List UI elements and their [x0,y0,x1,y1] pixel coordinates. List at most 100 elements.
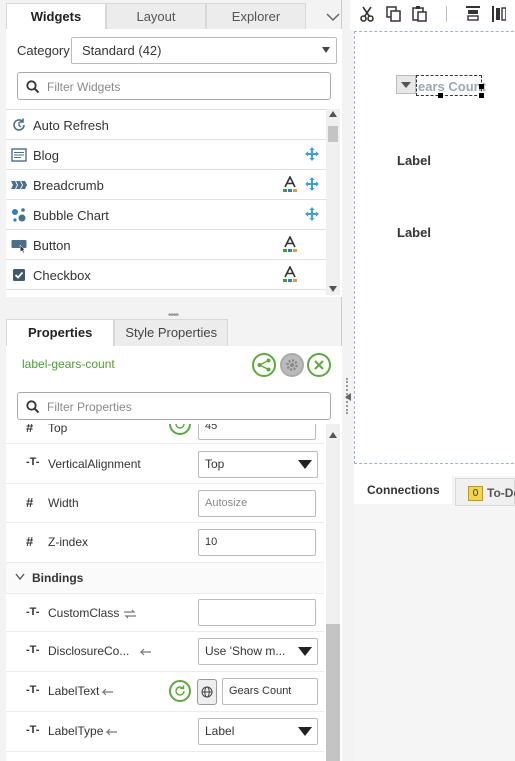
reset-button[interactable] [169,424,191,435]
chevron-down-icon [15,573,25,581]
selected-label-text: ears Count [418,79,486,94]
text-type-icon: -T- [26,644,40,656]
property-label: VerticalAlignment [48,457,141,471]
properties-tabs: Properties Style Properties [6,319,229,347]
property-label: Z-index [48,535,89,549]
resize-handle[interactable] [479,84,484,89]
refresh-icon [13,118,25,131]
paste-icon[interactable] [412,5,427,22]
label-type-select[interactable]: Label [198,718,318,745]
bindings-label: Bindings [32,571,84,585]
dropdown-arrow-icon [298,727,312,736]
widget-label: Blog [33,148,60,163]
scroll-up-icon[interactable] [329,111,337,117]
scrollbar-thumb[interactable] [326,624,340,761]
collapse-left-icon[interactable] [345,393,351,401]
select-value: Top [205,457,225,471]
tab-explorer[interactable]: Explorer [206,3,306,29]
design-canvas[interactable]: ears Count Label Label [354,31,515,464]
tab-connections[interactable]: Connections [354,476,452,504]
bindings-section-header[interactable]: Bindings [6,563,324,594]
disclosure-select[interactable]: Use 'Show m... [198,638,318,665]
cut-icon[interactable] [360,6,374,22]
mobile-move-icon [305,147,319,161]
tab-todo[interactable]: 0 To-Do [455,478,515,506]
widgets-panel: Category Standard (42) Filter Widgets Au… [6,29,342,297]
tab-layout[interactable]: Layout [106,3,206,29]
vertical-alignment-select[interactable]: Top [198,451,318,478]
selected-label-widget[interactable]: ears Count [416,75,486,98]
canvas-label-2[interactable]: Label [397,225,431,240]
text-type-icon: -T- [26,456,40,468]
search-icon [26,80,40,94]
property-label: Width [48,496,79,510]
resize-handle[interactable] [479,93,484,98]
property-row-label-text: -T- LabelText Gears Count [6,672,324,712]
width-input[interactable]: Autosize [198,490,316,517]
custom-class-input[interactable] [198,599,316,626]
filter-widgets-placeholder: Filter Widgets [47,80,121,94]
widget-menu-button[interactable] [396,75,416,94]
settings-button[interactable] [280,353,304,377]
top-tabs: Widgets Layout Explorer [6,3,342,29]
close-button[interactable] [307,353,331,377]
canvas-label-1[interactable]: Label [397,153,431,168]
canvas-toolbar [350,0,515,30]
share-button[interactable] [252,353,276,377]
binding-target-icon [105,728,117,736]
scrollbar-thumb[interactable] [328,126,338,142]
refresh-icon [175,424,185,429]
tab-widgets[interactable]: Widgets [6,3,106,29]
dropdown-arrow-icon [322,47,330,53]
widget-list-scrollbar[interactable] [326,109,340,295]
close-icon [314,360,324,370]
refresh-icon [175,685,185,696]
binding-target-icon [139,648,151,656]
list-item[interactable]: Bubble Chart [6,200,326,230]
resize-handle[interactable] [438,93,443,98]
properties-panel: label-gears-count Filter Properties # To… [6,346,342,761]
number-type-icon: # [26,495,34,510]
list-item[interactable]: Blog [6,140,326,170]
chevron-down-icon[interactable] [326,10,340,24]
property-row-disclosure: -T- DisclosureCo... Use 'Show m... [6,632,324,672]
panel-splitter[interactable] [342,0,354,761]
list-item[interactable]: Checkbox [6,260,326,290]
localizable-text-icon [283,176,297,192]
copy-icon[interactable] [386,6,401,22]
text-type-icon: -T- [26,606,40,618]
zindex-input[interactable]: 10 [198,529,316,556]
blog-icon [11,148,27,162]
category-value: Standard (42) [82,43,162,58]
property-row-label-type: -T- LabelType Label [6,712,324,752]
property-row-width: # Width Autosize [6,484,324,523]
dropdown-arrow-icon [298,647,312,656]
align-top-icon[interactable] [466,6,480,22]
tab-properties[interactable]: Properties [6,319,115,347]
label-text-input[interactable]: Gears Count [222,678,318,705]
localize-button[interactable] [197,679,217,705]
number-type-icon: # [26,534,34,549]
filter-widgets-input[interactable]: Filter Widgets [17,72,331,100]
top-input[interactable]: 45 [198,424,316,440]
widget-label: Auto Refresh [33,118,109,133]
filter-properties-input[interactable]: Filter Properties [17,392,331,420]
align-left-icon[interactable] [492,6,506,22]
property-list: # Top 45 -T- VerticalAlignment Top # Wid… [6,424,324,761]
property-list-scrollbar[interactable] [326,424,340,761]
property-row-custom-class: -T- CustomClass [6,594,324,632]
search-icon [26,400,40,414]
reset-button[interactable] [169,680,191,702]
tab-style-properties[interactable]: Style Properties [114,319,229,347]
scroll-up-icon[interactable] [329,432,337,438]
scroll-down-icon[interactable] [329,286,337,292]
list-item[interactable]: Auto Refresh [6,110,326,140]
text-type-icon: -T- [26,684,40,696]
list-item[interactable]: Breadcrumb [6,170,326,200]
list-item[interactable] [6,290,326,295]
selected-widget-name: label-gears-count [22,357,115,371]
left-panel: Widgets Layout Explorer Category Standar… [0,0,342,761]
list-item[interactable]: Button [6,230,326,260]
category-select[interactable]: Standard (42) [71,37,337,64]
property-label: LabelType [48,724,104,738]
